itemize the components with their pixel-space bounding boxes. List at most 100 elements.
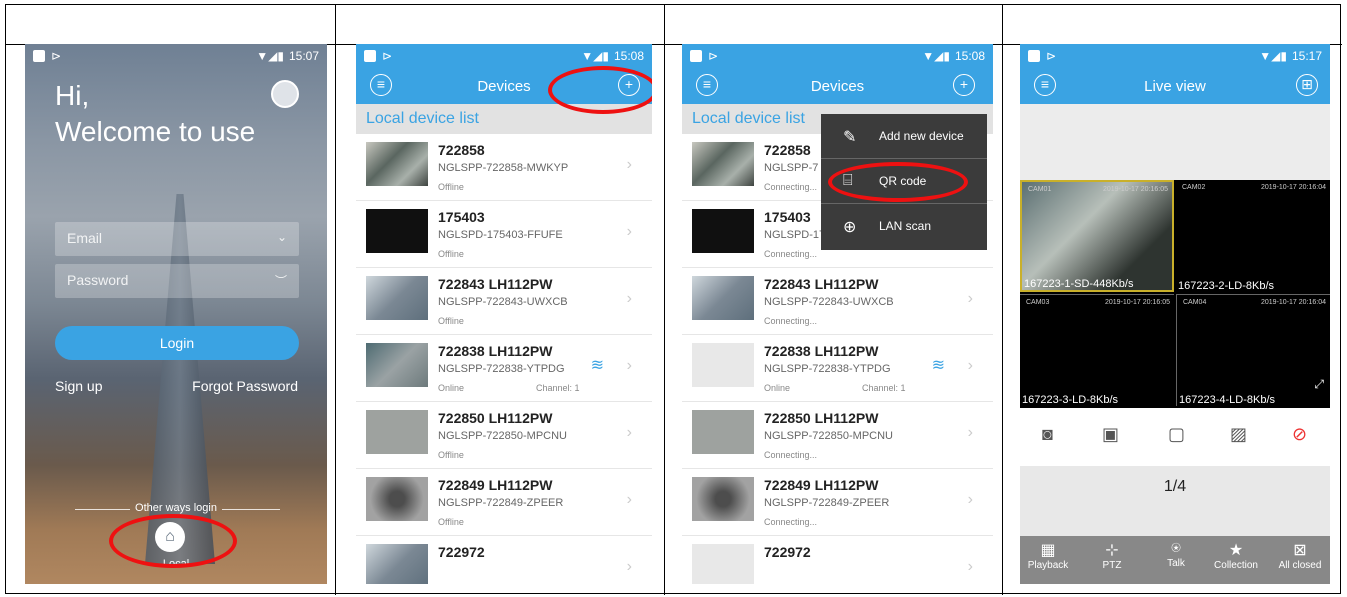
- password-field[interactable]: Password ︶: [55, 264, 299, 298]
- forgot-password-link[interactable]: Forgot Password: [192, 378, 298, 394]
- cast-icon: ⊳: [708, 49, 719, 63]
- login-screen: ⊳ ▼◢▮ 15:07 Hi, Welcome to use Email ⌄ Pa…: [25, 44, 327, 584]
- tab-playback[interactable]: ▦ Playback: [1020, 540, 1076, 571]
- device-thumbnail: [692, 142, 754, 186]
- snapshot-icon[interactable]: ◙: [1042, 424, 1053, 445]
- video-grid: CAM01 2019-10-17 20:16:05 167223-1-SD-44…: [1020, 180, 1330, 408]
- tab-collection[interactable]: ★ Collection: [1208, 540, 1264, 571]
- email-field[interactable]: Email ⌄: [55, 222, 299, 256]
- camera-timestamp: 2019-10-17 20:16:04: [1261, 184, 1326, 191]
- video-cell[interactable]: CAM04 2019-10-17 20:16:04 167223-4-LD-8K…: [1176, 294, 1330, 406]
- device-status: Offline: [438, 249, 464, 259]
- device-row[interactable]: 722972 ›: [356, 536, 652, 584]
- column-divider: [664, 5, 665, 595]
- device-row[interactable]: 722850 LH112PW NGLSPP-722850-MPCNU Connect…: [682, 402, 993, 469]
- chevron-right-icon: ›: [626, 290, 632, 307]
- device-row[interactable]: 722843 LH112PW NGLSPP-722843-UWXCB Connect…: [682, 268, 993, 335]
- video-cell[interactable]: CAM02 2019-10-17 20:16:04 167223-2-LD-8K…: [1176, 180, 1330, 292]
- split-screen-icon[interactable]: ▢: [1168, 424, 1185, 445]
- device-row[interactable]: 722838 LH112PW NGLSPP-722838-YTPDG Online C…: [356, 335, 652, 402]
- chevron-right-icon: ›: [626, 558, 632, 575]
- eye-closed-icon[interactable]: ︶: [275, 272, 287, 289]
- device-row[interactable]: 722849 LH112PW NGLSPP-722849-ZPEER Connect…: [682, 469, 993, 536]
- device-row[interactable]: 722858 NGLSPP-722858-MWKYP Offline ›: [356, 134, 652, 201]
- record-icon[interactable]: ▣: [1102, 424, 1119, 445]
- tab-talk[interactable]: ⍟ Talk: [1148, 540, 1204, 569]
- signup-link[interactable]: Sign up: [55, 378, 102, 394]
- close-all-icon: ⊠: [1293, 542, 1307, 559]
- device-row[interactable]: 722838 LH112PW NGLSPP-722838-YTPDG Online C…: [682, 335, 993, 402]
- device-name: 722972: [764, 544, 811, 560]
- email-placeholder: Email: [67, 230, 103, 246]
- control-bar: ◙ ▣ ▢ ▨ ⊘: [1020, 408, 1330, 466]
- app-bar: ≡ Live view ⊞: [1020, 68, 1330, 104]
- device-list: 722858 NGLSPP-722858-MWKYP Offline › 175403 N…: [356, 134, 652, 584]
- camera-timestamp: 2019-10-17 20:16:04: [1261, 299, 1326, 306]
- menu-item-label: Add new device: [879, 129, 964, 143]
- login-button[interactable]: Login: [55, 326, 299, 360]
- globe-icon: ⊕: [843, 219, 857, 236]
- microphone-icon: ⍟: [1171, 540, 1181, 557]
- menu-item-lan-scan[interactable]: ⊕ LAN scan: [821, 204, 987, 249]
- device-thumbnail: [366, 276, 428, 320]
- device-name: 175403: [438, 209, 485, 225]
- device-id: NGLSPP-722838-YTPDG: [438, 363, 565, 375]
- chevron-right-icon: ›: [967, 424, 973, 441]
- device-thumbnail: [692, 410, 754, 454]
- chevron-right-icon: ›: [967, 558, 973, 575]
- chevron-right-icon: ›: [626, 491, 632, 508]
- device-row[interactable]: 722850 LH112PW NGLSPP-722850-MPCNU Offline…: [356, 402, 652, 469]
- device-channel: Channel: 1: [536, 383, 580, 393]
- device-id: NGLSPP-722838-YTPDG: [764, 363, 891, 375]
- device-thumbnail: [692, 276, 754, 320]
- status-time: 15:08: [613, 49, 644, 63]
- column-divider: [1002, 5, 1003, 595]
- menu-item-add-new-device[interactable]: ✎ Add new device: [821, 114, 987, 159]
- device-status: Offline: [438, 517, 464, 527]
- device-row[interactable]: 722972 ›: [682, 536, 993, 584]
- device-status: Online: [438, 383, 465, 393]
- mute-icon[interactable]: ⊘: [1292, 424, 1307, 445]
- device-name: 722850 LH112PW: [764, 410, 879, 426]
- device-thumbnail: [366, 343, 428, 387]
- app-bar: ≡ Devices +: [682, 68, 993, 104]
- device-name: 175403: [764, 209, 811, 225]
- globe-icon[interactable]: [271, 80, 299, 108]
- notification-icon: [1028, 50, 1040, 62]
- device-id: NGLSPP-722849-ZPEER: [438, 497, 564, 509]
- device-thumbnail: [692, 209, 754, 253]
- playback-icon: ▦: [1040, 542, 1056, 559]
- device-row[interactable]: 175403 NGLSPD-175403-FFUFE Offline ›: [356, 201, 652, 268]
- quality-icon[interactable]: ▨: [1230, 424, 1247, 445]
- layout-icon[interactable]: ⊞: [1296, 74, 1318, 96]
- fullscreen-icon[interactable]: ⤢: [1314, 377, 1324, 392]
- stream-rate: 167223-2-LD-8Kb/s: [1178, 280, 1275, 292]
- tab-all-closed[interactable]: ⊠ All closed: [1272, 540, 1328, 571]
- status-time: 15:08: [954, 49, 985, 63]
- video-cell[interactable]: CAM01 2019-10-17 20:16:05 167223-1-SD-44…: [1020, 180, 1174, 292]
- device-thumbnail: [692, 343, 754, 387]
- device-name: 722858: [438, 142, 485, 158]
- device-name: 722843 LH112PW: [764, 276, 879, 292]
- tab-ptz[interactable]: ⊹ PTZ: [1084, 540, 1140, 571]
- signal-icon: ▼◢▮: [922, 49, 950, 63]
- device-row[interactable]: 722849 LH112PW NGLSPP-722849-ZPEER Offline…: [356, 469, 652, 536]
- highlight-ellipse: [828, 162, 968, 202]
- device-name: 722858: [764, 142, 811, 158]
- video-cell[interactable]: CAM03 2019-10-17 20:16:05 167223-3-LD-8K…: [1020, 294, 1174, 406]
- device-row[interactable]: 722843 LH112PW NGLSPP-722843-UWXCB Offline…: [356, 268, 652, 335]
- menu-item-label: LAN scan: [879, 219, 932, 233]
- other-ways-label: Other ways login: [135, 502, 217, 514]
- device-channel: Channel: 1: [862, 383, 906, 393]
- device-thumbnail: [366, 209, 428, 253]
- device-status: Offline: [438, 316, 464, 326]
- page-title: Devices: [810, 78, 865, 95]
- device-id: NGLSPP-722849-ZPEER: [764, 497, 890, 509]
- spacer: [1020, 104, 1330, 180]
- notification-icon: [33, 50, 45, 62]
- chevron-right-icon: ›: [626, 424, 632, 441]
- add-icon[interactable]: +: [953, 74, 975, 96]
- chevron-down-icon[interactable]: ⌄: [277, 230, 287, 244]
- device-name: 722843 LH112PW: [438, 276, 553, 292]
- notification-icon: [364, 50, 376, 62]
